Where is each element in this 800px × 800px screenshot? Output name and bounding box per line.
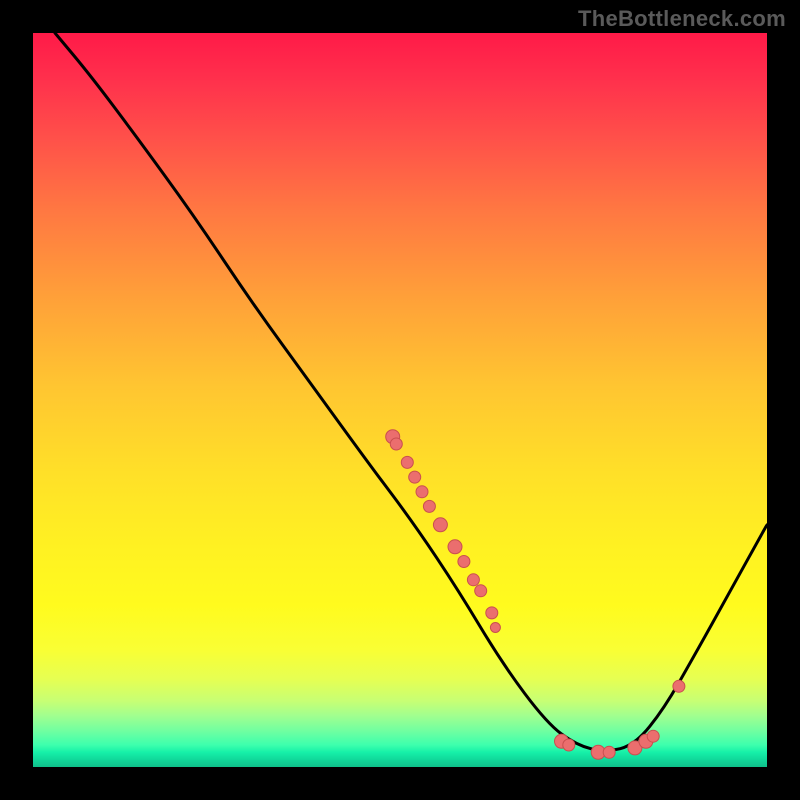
curve-marker [603, 746, 615, 758]
curve-marker [423, 500, 435, 512]
curve-marker [647, 730, 659, 742]
watermark-text: TheBottleneck.com [578, 6, 786, 32]
curve-markers [386, 430, 685, 760]
curve-marker [673, 680, 685, 692]
curve-marker [433, 518, 447, 532]
bottleneck-curve [55, 33, 767, 751]
curve-marker [448, 540, 462, 554]
curve-marker [475, 585, 487, 597]
curve-marker [458, 556, 470, 568]
curve-marker [467, 574, 479, 586]
curve-marker [416, 486, 428, 498]
curve-marker [486, 607, 498, 619]
curve-marker [490, 623, 500, 633]
curve-marker [390, 438, 402, 450]
chart-frame: TheBottleneck.com [0, 0, 800, 800]
curve-marker [563, 739, 575, 751]
curve-marker [409, 471, 421, 483]
curve-marker [401, 456, 413, 468]
bottleneck-curve-svg [33, 33, 767, 767]
